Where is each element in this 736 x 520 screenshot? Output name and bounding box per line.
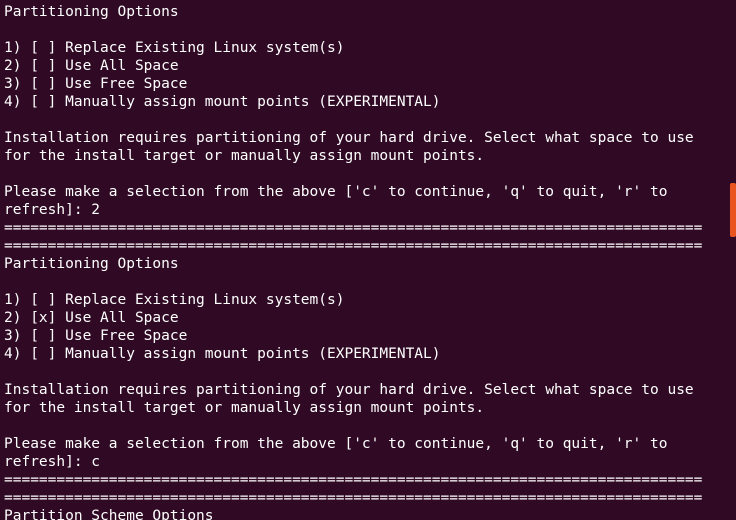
info-text: for the install target or manually assig…: [4, 148, 485, 164]
prompt-response: refresh]: c: [4, 454, 101, 470]
separator-line: ========================================…: [4, 238, 703, 254]
prompt-response: refresh]: 2: [4, 202, 101, 218]
separator-line: ========================================…: [4, 490, 703, 506]
scrollbar-thumb[interactable]: [730, 183, 736, 237]
terminal-output: Partitioning Options 1) [ ] Replace Exis…: [4, 3, 732, 520]
prompt-text: Please make a selection from the above […: [4, 184, 668, 200]
option-replace-existing: 1) [ ] Replace Existing Linux system(s): [4, 40, 345, 56]
info-text: Installation requires partitioning of yo…: [4, 382, 694, 398]
option-manual-mount: 4) [ ] Manually assign mount points (EXP…: [4, 94, 441, 110]
info-text: for the install target or manually assig…: [4, 400, 485, 416]
section-title: Partitioning Options: [4, 256, 179, 272]
section-title: Partitioning Options: [4, 4, 179, 20]
option-use-all-space: 2) [x] Use All Space: [4, 310, 179, 326]
option-replace-existing: 1) [ ] Replace Existing Linux system(s): [4, 292, 345, 308]
info-text: Installation requires partitioning of yo…: [4, 130, 694, 146]
section-title: Partition Scheme Options: [4, 508, 214, 520]
option-use-free-space: 3) [ ] Use Free Space: [4, 76, 188, 92]
option-manual-mount: 4) [ ] Manually assign mount points (EXP…: [4, 346, 441, 362]
prompt-text: Please make a selection from the above […: [4, 436, 668, 452]
option-use-all-space: 2) [ ] Use All Space: [4, 58, 179, 74]
option-use-free-space: 3) [ ] Use Free Space: [4, 328, 188, 344]
separator-line: ========================================…: [4, 472, 703, 488]
terminal-window[interactable]: Partitioning Options 1) [ ] Replace Exis…: [0, 0, 736, 520]
separator-line: ========================================…: [4, 220, 703, 236]
